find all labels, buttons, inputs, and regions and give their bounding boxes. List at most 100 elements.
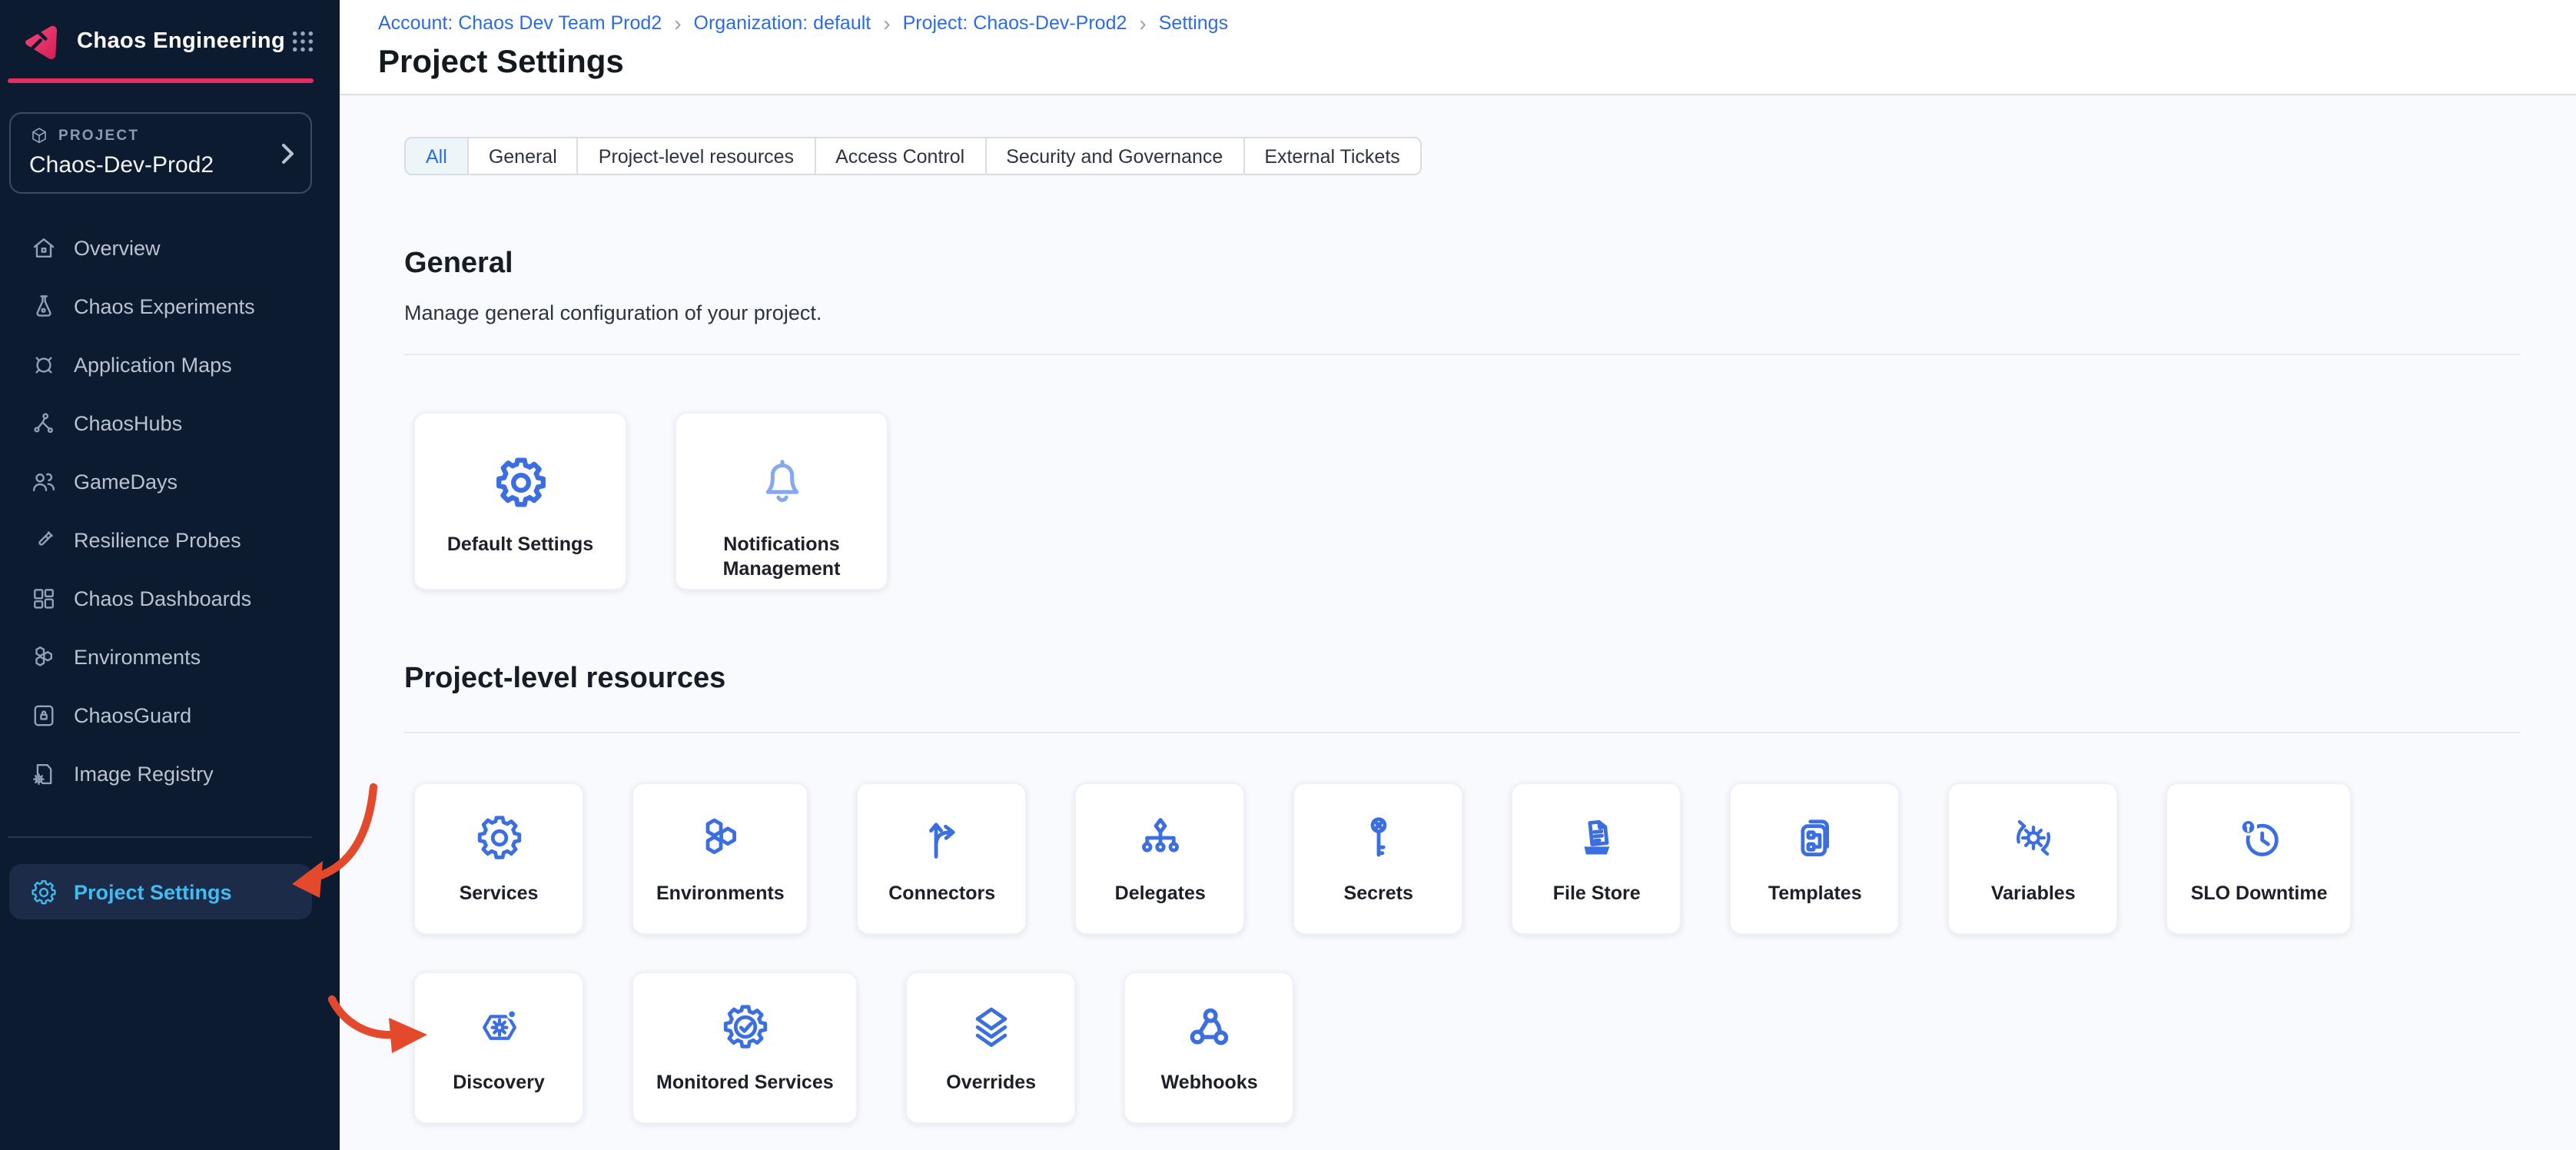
card-discovery[interactable]: Discovery	[413, 972, 584, 1124]
main-area: Account: Chaos Dev Team Prod2 › Organiza…	[340, 0, 2576, 1150]
harness-logo-icon	[20, 20, 61, 61]
filter-tabs: All General Project-level resources Acce…	[404, 137, 1422, 175]
card-label: Webhooks	[1161, 1070, 1258, 1095]
card-delegates[interactable]: Delegates	[1075, 783, 1246, 935]
sidebar-item-label: Application Maps	[74, 353, 232, 376]
section-title-general: General	[404, 248, 2521, 281]
card-label: Variables	[1991, 881, 2076, 906]
breadcrumb: Account: Chaos Dev Team Prod2 › Organiza…	[378, 12, 2576, 34]
sidebar-item-chaoshubs[interactable]: ChaosHubs	[9, 394, 312, 452]
card-services[interactable]: Services	[413, 783, 584, 935]
hexagons-icon	[29, 642, 58, 671]
tab-security-and-governance[interactable]: Security and Governance	[984, 138, 1243, 174]
card-label: Notifications Management	[695, 532, 868, 582]
sidebar-item-label: Environments	[74, 645, 201, 668]
resources-cards-row-2: Discovery Monitored Services Overrides	[413, 972, 2521, 1124]
card-label: Delegates	[1115, 881, 1206, 906]
general-cards-row: Default Settings Notifications Managemen…	[413, 412, 2521, 590]
card-connectors[interactable]: Connectors	[857, 783, 1027, 935]
share-network-icon	[29, 408, 58, 437]
brand-accent-divider	[8, 78, 314, 83]
cube-icon	[29, 126, 49, 146]
sidebar-item-chaosguard[interactable]: ChaosGuard	[9, 686, 312, 744]
image-registry-icon	[29, 759, 58, 788]
sidebar-item-label: Chaos Dashboards	[74, 587, 251, 610]
card-label: Secrets	[1344, 881, 1413, 906]
gear-icon	[29, 877, 58, 906]
card-variables[interactable]: Variables	[1948, 783, 2119, 935]
file-document-icon	[1571, 812, 1623, 864]
sidebar-item-label: Resilience Probes	[74, 528, 241, 551]
card-label: File Store	[1553, 881, 1641, 906]
breadcrumb-separator: ›	[1139, 12, 1146, 34]
card-label: Connectors	[888, 881, 995, 906]
brand: Chaos Engineering	[0, 0, 340, 61]
app-window: Chaos Engineering PROJECT Chaos-Dev-Prod…	[0, 0, 2576, 1150]
tab-access-control[interactable]: Access Control	[814, 138, 984, 174]
key-icon	[1353, 812, 1405, 864]
sidebar-item-gamedays[interactable]: GameDays	[9, 452, 312, 510]
card-label: Overrides	[946, 1070, 1036, 1095]
section-title-resources: Project-level resources	[404, 663, 2521, 696]
breadcrumb-organization-link[interactable]: Organization: default	[694, 12, 871, 34]
card-secrets[interactable]: Secrets	[1293, 783, 1464, 935]
hexagon-gear-icon	[473, 1001, 525, 1053]
page-title: Project Settings	[378, 45, 2576, 81]
bell-icon	[752, 454, 811, 512]
stacked-templates-icon	[1789, 812, 1841, 864]
dashboard-grid-icon	[29, 583, 58, 613]
section-divider	[404, 732, 2521, 733]
sidebar-item-environments[interactable]: Environments	[9, 627, 312, 686]
card-webhooks[interactable]: Webhooks	[1124, 972, 1295, 1124]
breadcrumb-settings-link[interactable]: Settings	[1159, 12, 1228, 34]
card-label: Services	[460, 881, 539, 906]
tab-general[interactable]: General	[467, 138, 577, 174]
sidebar-item-label: ChaosHubs	[74, 411, 182, 434]
branch-arrows-icon	[916, 812, 968, 864]
project-name: Chaos-Dev-Prod2	[29, 152, 295, 178]
apps-grid-icon[interactable]	[290, 28, 315, 53]
sidebar-item-image-registry[interactable]: Image Registry	[9, 744, 312, 803]
page-content: All General Project-level resources Acce…	[340, 95, 2576, 1124]
card-templates[interactable]: Templates	[1730, 783, 1900, 935]
tab-project-level-resources[interactable]: Project-level resources	[577, 138, 814, 174]
breadcrumb-project-link[interactable]: Project: Chaos-Dev-Prod2	[903, 12, 1127, 34]
sidebar-item-label: Project Settings	[74, 880, 232, 903]
sidebar-item-application-maps[interactable]: Application Maps	[9, 335, 312, 394]
gear-refresh-icon	[2007, 812, 2060, 864]
stacked-layers-icon	[965, 1001, 1017, 1053]
sidebar-item-resilience-probes[interactable]: Resilience Probes	[9, 510, 312, 569]
sidebar-item-chaos-experiments[interactable]: Chaos Experiments	[9, 277, 312, 335]
page-header: Account: Chaos Dev Team Prod2 › Organiza…	[340, 0, 2576, 95]
card-label: Monitored Services	[656, 1070, 834, 1095]
sidebar-item-project-settings[interactable]: Project Settings	[9, 864, 312, 919]
card-slo-downtime[interactable]: SLO Downtime	[2166, 783, 2352, 935]
card-label: Default Settings	[447, 532, 593, 557]
test-tube-icon	[29, 525, 58, 554]
clock-badge-icon	[2233, 812, 2286, 864]
tab-external-tickets[interactable]: External Tickets	[1243, 138, 1419, 174]
org-tree-icon	[1134, 812, 1187, 864]
home-icon	[29, 233, 58, 262]
sidebar-divider	[8, 836, 312, 838]
project-selector[interactable]: PROJECT Chaos-Dev-Prod2	[9, 112, 312, 194]
tab-all[interactable]: All	[406, 138, 467, 174]
project-selector-label: PROJECT	[58, 128, 139, 145]
sidebar-item-label: GameDays	[74, 470, 178, 493]
card-monitored-services[interactable]: Monitored Services	[632, 972, 858, 1124]
sidebar-item-chaos-dashboards[interactable]: Chaos Dashboards	[9, 569, 312, 627]
sidebar-item-overview[interactable]: Overview	[9, 218, 312, 277]
card-environments[interactable]: Environments	[632, 783, 809, 935]
card-notifications-management[interactable]: Notifications Management	[675, 412, 888, 590]
app-title: Chaos Engineering	[77, 28, 285, 53]
card-overrides[interactable]: Overrides	[906, 972, 1077, 1124]
card-default-settings[interactable]: Default Settings	[413, 412, 627, 590]
sidebar: Chaos Engineering PROJECT Chaos-Dev-Prod…	[0, 0, 340, 1150]
users-icon	[29, 467, 58, 496]
sidebar-item-label: Overview	[74, 236, 161, 259]
card-label: Environments	[656, 881, 785, 906]
card-file-store[interactable]: File Store	[1512, 783, 1682, 935]
sidebar-item-label: ChaosGuard	[74, 703, 191, 726]
webhook-icon	[1183, 1001, 1236, 1053]
breadcrumb-account-link[interactable]: Account: Chaos Dev Team Prod2	[378, 12, 662, 34]
